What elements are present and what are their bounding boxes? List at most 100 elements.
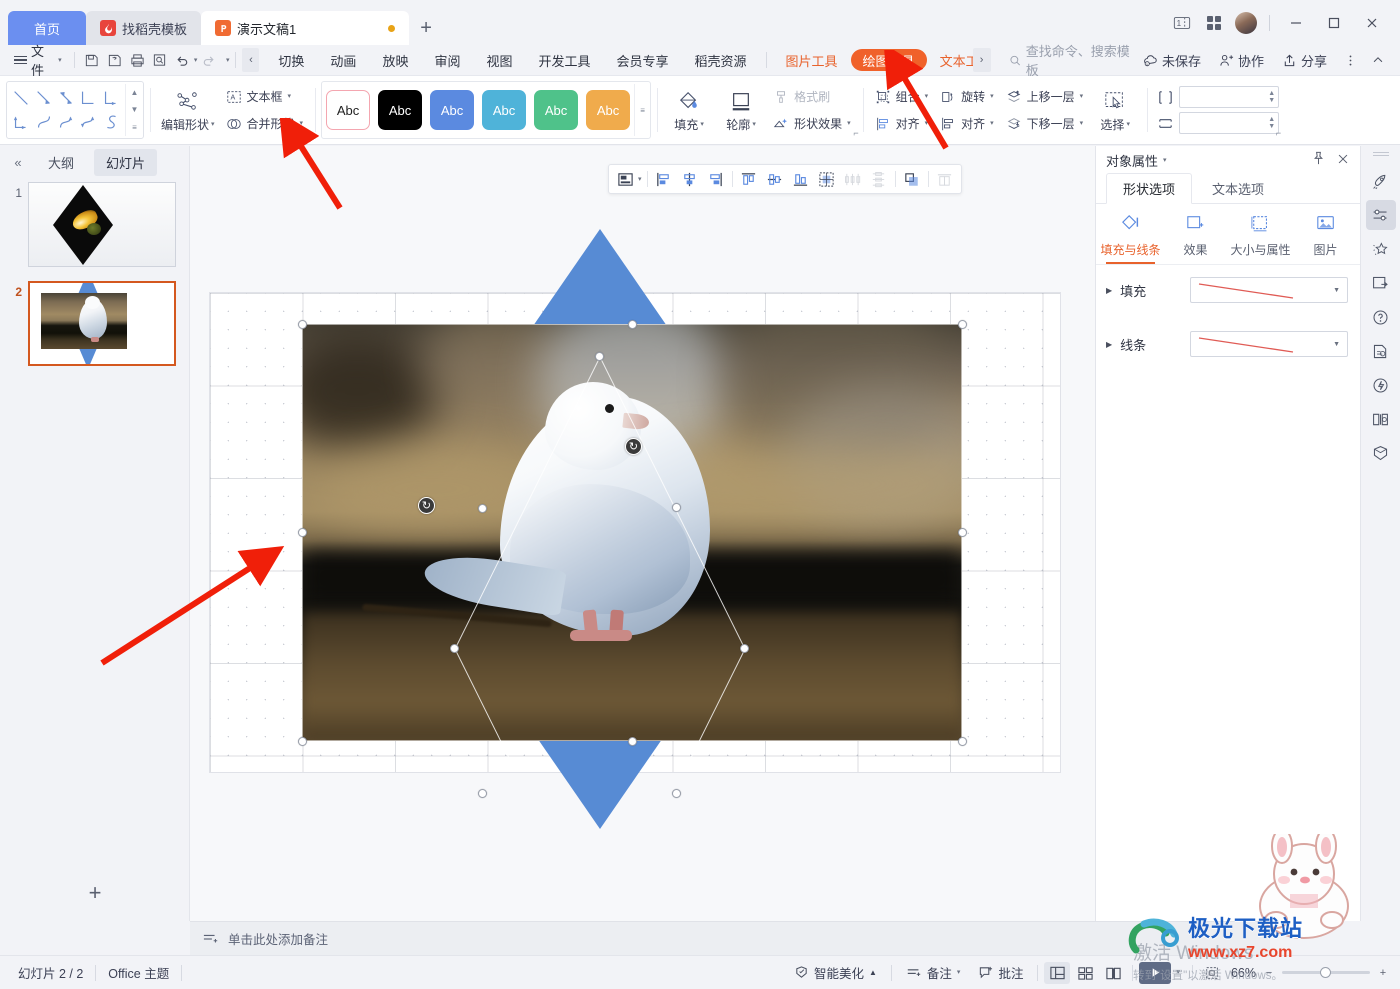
notes-toggle-button[interactable]: 备注 ▾ — [898, 961, 969, 985]
new-tab-button[interactable]: + — [409, 11, 443, 45]
ribbon-tab-member[interactable]: 会员专享 — [604, 48, 682, 72]
app-grid-icon[interactable] — [1199, 8, 1229, 38]
search-input[interactable]: 查找命令、搜索模板 — [1009, 41, 1136, 79]
window-split-icon[interactable]: 1 — [1167, 8, 1197, 38]
line-section[interactable]: ▶ 线条 ▼ — [1096, 303, 1360, 357]
ribbon-tab-picture-tools[interactable]: 图片工具 — [773, 48, 851, 72]
align-bottom-icon[interactable] — [788, 167, 814, 191]
size-dialog-launcher[interactable]: ⌐ — [1276, 128, 1281, 138]
align-top-icon[interactable] — [736, 167, 762, 191]
shape-gallery-more-icon[interactable]: ≡ — [128, 120, 142, 134]
rail-reference[interactable] — [1366, 404, 1396, 434]
customize-quick-access-icon[interactable]: ▾ — [226, 57, 230, 64]
slide-thumb-1[interactable] — [28, 182, 176, 267]
ribbon-scroll-right-button[interactable]: › — [972, 48, 991, 72]
play-options-caret-icon[interactable]: ▾ — [1176, 969, 1180, 976]
ribbon-tab-view[interactable]: 视图 — [473, 48, 525, 72]
print-icon[interactable] — [126, 48, 149, 72]
rail-quick-action[interactable] — [1366, 370, 1396, 400]
merge-shapes-button[interactable]: 合并形状 ▾ — [220, 111, 310, 136]
shape-style-gallery-more[interactable]: ≡ — [634, 84, 650, 136]
line-preview-box[interactable]: ▼ — [1190, 331, 1348, 357]
align-middle-v-icon[interactable] — [762, 167, 788, 191]
theme-name[interactable]: Office 主题 — [100, 961, 177, 985]
ribbon-tab-text-tools[interactable]: 文本工 — [927, 48, 973, 72]
tab-text-options[interactable]: 文本选项 — [1196, 174, 1280, 203]
fit-to-window-button[interactable] — [1199, 962, 1225, 984]
zoom-in-button[interactable]: + — [1376, 966, 1390, 980]
save-icon[interactable] — [81, 48, 104, 72]
ribbon-scroll-left-button[interactable]: ‹ — [242, 48, 260, 72]
align-to-slide-icon[interactable] — [814, 167, 840, 191]
subtab-fill-and-line[interactable]: 填充与线条 — [1098, 210, 1163, 264]
diamond-handle-left[interactable] — [450, 644, 459, 653]
shape-height-stepper[interactable]: ▲ ▼ — [1268, 90, 1275, 104]
avatar[interactable] — [1235, 11, 1257, 34]
tab-home[interactable]: 首页 — [8, 11, 87, 45]
rail-resource-box[interactable] — [1366, 438, 1396, 468]
fill-section[interactable]: ▶ 填充 ▼ — [1096, 265, 1360, 303]
shape-gallery-up-icon[interactable]: ▲ — [128, 86, 142, 100]
save-as-icon[interactable] — [103, 48, 126, 72]
diamond-handle-br[interactable] — [672, 789, 681, 798]
subtab-effects[interactable]: 效果 — [1163, 210, 1228, 264]
chevron-down-icon[interactable]: ▾ — [638, 176, 642, 183]
shape-line[interactable] — [10, 86, 32, 110]
group-button[interactable]: 组合 ▾ — [869, 84, 935, 109]
ribbon-tab-slideshow[interactable]: 放映 — [369, 48, 421, 72]
fill-button[interactable]: 填充 ▾ — [663, 81, 715, 139]
rail-object-properties[interactable] — [1365, 200, 1396, 230]
shape-style-5[interactable]: Abc — [586, 90, 631, 130]
ribbon-tab-developer[interactable]: 开发工具 — [525, 48, 603, 72]
align-secondary-button[interactable]: 对齐 ▾ — [934, 111, 1000, 136]
chevron-down-icon[interactable]: ▼ — [1333, 287, 1340, 294]
align-right-icon[interactable] — [703, 167, 729, 191]
panel-tab-outline[interactable]: 大纲 — [36, 149, 86, 176]
group-objects-icon[interactable] — [899, 167, 925, 191]
ribbon-tab-drawing-tools[interactable]: 绘图工具 — [850, 49, 927, 71]
edit-shape-button[interactable]: 编辑形状 ▾ — [156, 81, 220, 139]
notes-pane[interactable]: 单击此处添加备注 — [190, 921, 1270, 955]
diamond-handle-top[interactable] — [595, 352, 604, 361]
zoom-slider[interactable]: − + — [1262, 966, 1390, 980]
more-vertical-icon[interactable] — [1338, 48, 1362, 72]
start-slideshow-button[interactable] — [1139, 961, 1172, 984]
maximize-icon[interactable] — [1316, 8, 1352, 38]
tab-docer-template[interactable]: 找稻壳模板 — [86, 11, 202, 45]
shape-curve-connector[interactable] — [32, 110, 54, 134]
shape-line-arrow[interactable] — [32, 86, 54, 110]
diamond-handle-bl[interactable] — [478, 789, 487, 798]
add-slide-button[interactable]: + — [0, 873, 190, 913]
subtab-picture[interactable]: 图片 — [1293, 210, 1358, 264]
ribbon-tab-docer[interactable]: 稻壳资源 — [682, 48, 760, 72]
outline-button[interactable]: 轮廓 ▾ — [715, 81, 767, 139]
dove-picture[interactable] — [302, 324, 962, 741]
chevron-down-icon[interactable]: ▼ — [1333, 341, 1340, 348]
picture-rotate-handle[interactable]: ↻ — [418, 497, 435, 514]
shape-style-3[interactable]: Abc — [482, 90, 527, 130]
fill-outline-dialog-launcher[interactable]: ⌐ — [853, 128, 858, 138]
close-icon[interactable] — [1354, 8, 1390, 38]
minimize-icon[interactable] — [1278, 8, 1314, 38]
cloud-unsaved-button[interactable]: o 未保存 — [1136, 48, 1208, 72]
select-objects-button[interactable]: 选择 ▾ — [1089, 81, 1141, 139]
shape-gallery[interactable]: ▲ ▼ ≡ — [6, 81, 144, 139]
diamond-handle-tr[interactable] — [672, 503, 681, 512]
diamond-rotate-handle[interactable]: ↻ — [625, 438, 642, 455]
shape-curve-arrow[interactable] — [55, 110, 77, 134]
shape-gallery-down-icon[interactable]: ▼ — [128, 103, 142, 117]
view-normal[interactable] — [1044, 961, 1071, 984]
shape-elbow-double-arrow[interactable] — [10, 110, 32, 134]
ribbon-tab-animation[interactable]: 动画 — [317, 48, 369, 72]
zoom-level[interactable]: 66% — [1227, 961, 1260, 985]
rail-smart-beautify[interactable] — [1366, 234, 1396, 264]
file-menu-button[interactable]: 文件 ▾ — [8, 44, 68, 78]
smart-beautify-button[interactable]: 智能美化 ▲ — [786, 961, 885, 985]
chevron-right-icon[interactable]: ▶ — [1106, 340, 1112, 349]
panel-tab-slides[interactable]: 幻灯片 — [94, 148, 158, 176]
align-button[interactable]: 对齐 ▾ — [869, 111, 935, 136]
shape-freeform-s[interactable] — [100, 110, 122, 134]
shape-style-1[interactable]: Abc — [378, 90, 423, 130]
shape-elbow-arrow-connector[interactable] — [100, 86, 122, 110]
collaborate-button[interactable]: 协作 — [1212, 48, 1271, 72]
